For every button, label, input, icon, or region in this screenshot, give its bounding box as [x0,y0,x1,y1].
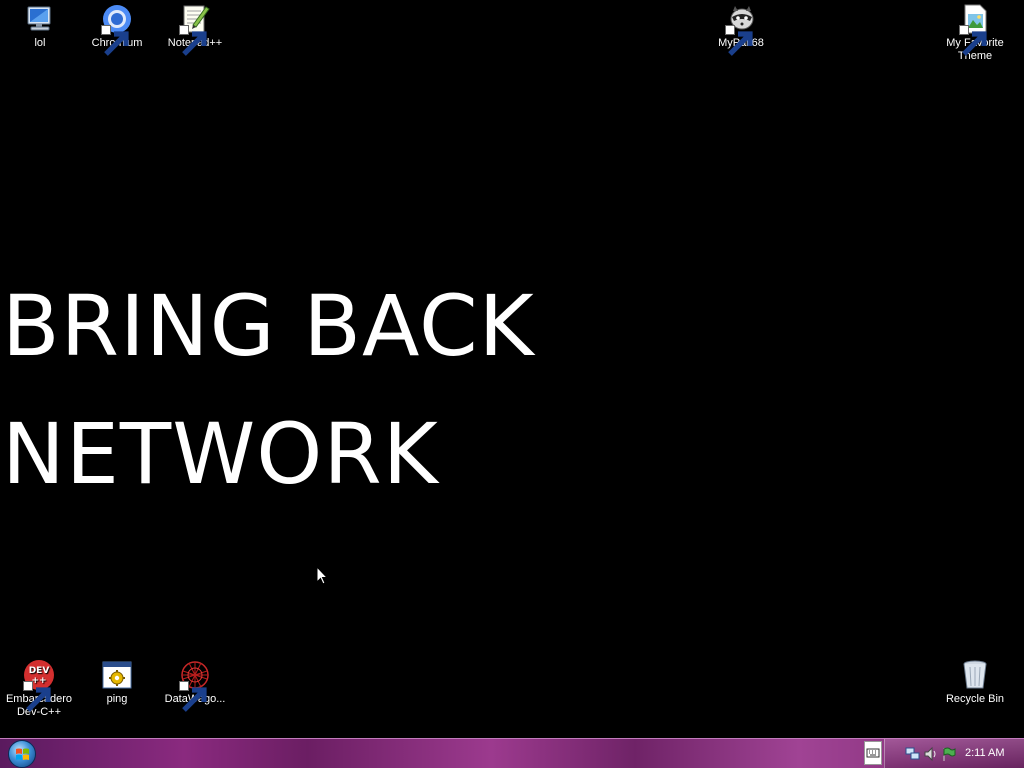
recycle-bin-icon [959,659,991,691]
start-button[interactable] [8,740,40,768]
notepad-plus-plus-icon [179,3,211,56]
svg-text:DEV: DEV [29,666,50,676]
shortcut-arrow-icon [725,25,753,56]
desktop-icon-notepad-plus-plus[interactable]: Notepad++ [157,3,233,56]
devcpp-icon: DEV ++ [23,659,55,712]
shortcut-arrow-icon [179,681,207,712]
system-tray: 2:11 AM [884,739,1024,768]
desktop-icon-label: Recycle Bin [945,693,1005,705]
mouse-cursor-icon [316,565,329,585]
batch-file-icon [101,659,133,691]
wallpaper-text: BRING BACK NETWORK [2,262,535,518]
image-file-icon [959,3,991,56]
desktop-icon-chromium[interactable]: Chromium [79,3,155,56]
desktop-icon-recycle-bin[interactable]: Recycle Bin [937,659,1013,706]
desktop[interactable]: lol Chromium Notepad++ MyPal 68 My Favor… [0,0,1024,738]
datawagon-icon [179,659,211,712]
keyboard-icon[interactable] [864,741,882,765]
chromium-icon [101,3,133,56]
shortcut-arrow-icon [101,25,129,56]
mypal-raccoon-icon [725,3,757,56]
desktop-icon-my-favorite-theme[interactable]: My Favorite Theme [937,3,1013,63]
computer-icon [24,3,56,35]
volume-icon[interactable] [923,746,939,762]
desktop-icon-ping[interactable]: ping [79,659,155,706]
shortcut-arrow-icon [959,25,987,56]
clock[interactable]: 2:11 AM [965,747,1005,759]
wallpaper-line-1: BRING BACK [2,277,535,375]
network-icon[interactable] [905,746,921,762]
desktop-icon-devcpp[interactable]: DEV ++ Embarcadero Dev-C++ [1,659,77,719]
windows-logo-icon [8,740,36,768]
shortcut-arrow-icon [179,25,207,56]
desktop-icon-label: lol [34,37,46,49]
desktop-icon-label: ping [106,693,128,705]
desktop-icon-mypal[interactable]: MyPal 68 [703,3,779,56]
shortcut-arrow-icon [23,681,51,712]
desktop-icon-datawagon[interactable]: DataWago... [157,659,233,712]
wallpaper-line-2: NETWORK [2,405,439,503]
taskbar: 2:11 AM [0,738,1024,768]
desktop-icon-lol[interactable]: lol [2,3,78,50]
flag-icon[interactable] [941,746,957,762]
